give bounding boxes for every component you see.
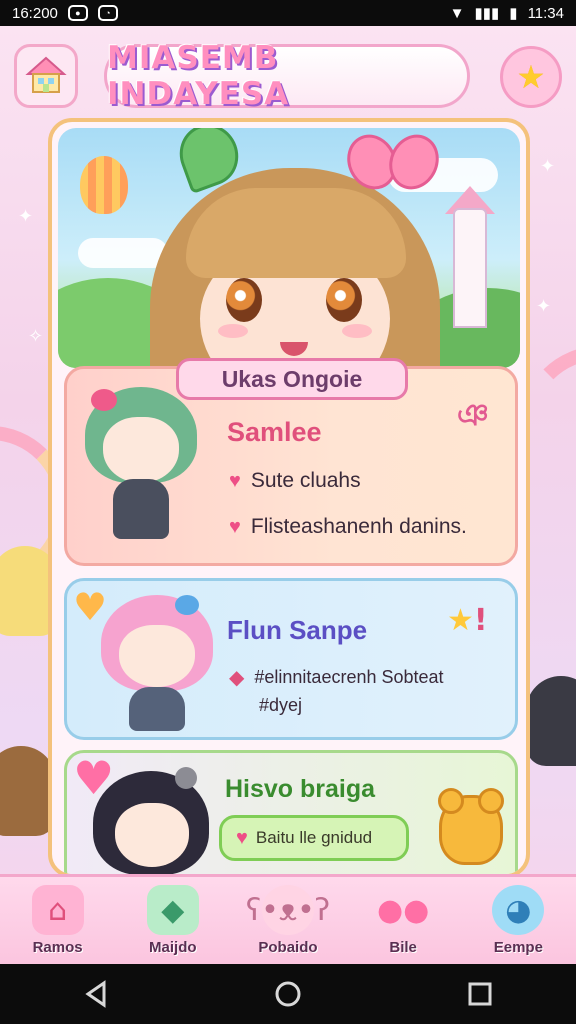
house-icon: ⌂: [31, 885, 84, 935]
whale-icon: ◕: [492, 885, 545, 935]
nav-item-eempe[interactable]: ◕ Eempe: [470, 885, 566, 956]
nav-item-pobaido[interactable]: ʕ•ᴥ•ʔ Pobaido: [240, 885, 336, 956]
nav-item-ramos[interactable]: ⌂ Ramos: [10, 885, 106, 956]
home-system-button[interactable]: [258, 964, 318, 1024]
nav-label: Bile: [389, 939, 417, 956]
gem-icon: ◆: [146, 885, 199, 935]
tag-icon: ◆: [229, 667, 245, 689]
hero-illustration: [58, 128, 520, 368]
chibi-green-hair: [81, 387, 201, 557]
app-notification-icon: ◔: [97, 5, 118, 21]
section-tag: Ukas Ongoie: [176, 358, 408, 400]
game-title-banner: MIASEMB INDAYESA: [104, 40, 470, 112]
nav-item-bile[interactable]: ●● Bile: [355, 885, 451, 957]
heart-icon: ♥: [236, 826, 248, 849]
signal-icon: ▮▮▮: [474, 5, 500, 22]
card-3-title: Hisvo braiga: [225, 775, 376, 803]
nav-label: Ramos: [32, 939, 83, 956]
sparkle-icon: ✧: [28, 326, 44, 347]
character-card-2[interactable]: ♥ Flun Sanpe ★! ◆ #elinnitaecrenh Sobtea…: [64, 578, 518, 740]
notification-icon: ●: [67, 5, 88, 21]
back-triangle-icon: [85, 980, 106, 1008]
star-icon: ★: [516, 58, 546, 96]
cloud: [78, 238, 168, 268]
chibi-pink-hair: [97, 595, 217, 735]
home-circle-icon: [275, 981, 301, 1007]
blush: [342, 324, 372, 338]
nav-label: Maijdo: [149, 939, 197, 956]
header: MIASEMB INDAYESA ★: [0, 36, 576, 116]
sparkle-icon: ✦: [18, 206, 34, 227]
star-icon: ★!: [447, 603, 488, 638]
sparkle-icon: ✦: [540, 156, 556, 177]
castle-tower: [453, 208, 487, 328]
balloons-icon: ●●: [376, 892, 430, 928]
card-2-line-2: #dyej: [259, 695, 303, 715]
card-1-line-2: ♥ Flisteashanenh danins.: [229, 515, 467, 538]
card-1-badge-icon: ঞ: [457, 398, 489, 433]
home-button[interactable]: [14, 44, 78, 108]
house-icon: [25, 56, 67, 93]
girl-eye-left: [226, 278, 262, 322]
recents-square-icon: [468, 982, 492, 1006]
nav-item-maijdo[interactable]: ◆ Maijdo: [125, 885, 221, 956]
blush: [218, 324, 248, 338]
nav-label: Eempe: [493, 939, 543, 956]
status-bar: 16:200 ● ◔ ▼ ▮▮▮ ▮ 11:34: [0, 0, 576, 26]
card-2-title: Flun Sanpe: [227, 615, 368, 645]
favorites-star-button[interactable]: ★: [500, 46, 562, 108]
back-button[interactable]: [66, 964, 126, 1024]
main-panel: Ukas Ongoie Samlee ঞ ♥ Sute cluahs ♥ Fli…: [48, 118, 530, 878]
battery-icon: ▮: [509, 5, 518, 22]
bottom-nav: ⌂ Ramos ◆ Maijdo ʕ•ᴥ•ʔ Pobaido ●● Bile ◕…: [0, 874, 576, 964]
girl-eye-right: [326, 278, 362, 322]
heart-icon: ♥: [229, 515, 241, 538]
pink-bow-icon: [338, 128, 448, 204]
chibi-black-hair: [89, 767, 213, 874]
bear-face-icon: ʕ•ᴥ•ʔ: [246, 885, 330, 935]
heart-icon: ♥: [229, 469, 241, 492]
recents-button[interactable]: [450, 964, 510, 1024]
card-2-line-1: ◆ #elinnitaecrenh Sobteat: [229, 667, 444, 689]
status-time-right: 11:34: [527, 4, 564, 22]
game-title: MIASEMB INDAYESA: [107, 40, 290, 112]
card-3-action-button[interactable]: ♥ Baitu lle gnidud: [219, 815, 409, 861]
section-tag-label: Ukas Ongoie: [221, 365, 363, 392]
sparkle-icon: ✦: [536, 296, 552, 317]
character-card-3[interactable]: ♥ Hisvo braiga ♥ Baitu lle gnidud: [64, 750, 518, 874]
system-nav-bar: [0, 964, 576, 1024]
status-time-left: 16:200: [12, 4, 58, 22]
wifi-icon: ▼: [449, 4, 465, 22]
teddy-bear-icon: [438, 788, 504, 865]
side-character-dark: [526, 676, 576, 766]
card-1-title: Samlee: [227, 417, 322, 447]
card-1-line-1: ♥ Sute cluahs: [229, 469, 361, 492]
nav-label: Pobaido: [258, 939, 318, 956]
hot-air-balloon: [80, 156, 128, 214]
